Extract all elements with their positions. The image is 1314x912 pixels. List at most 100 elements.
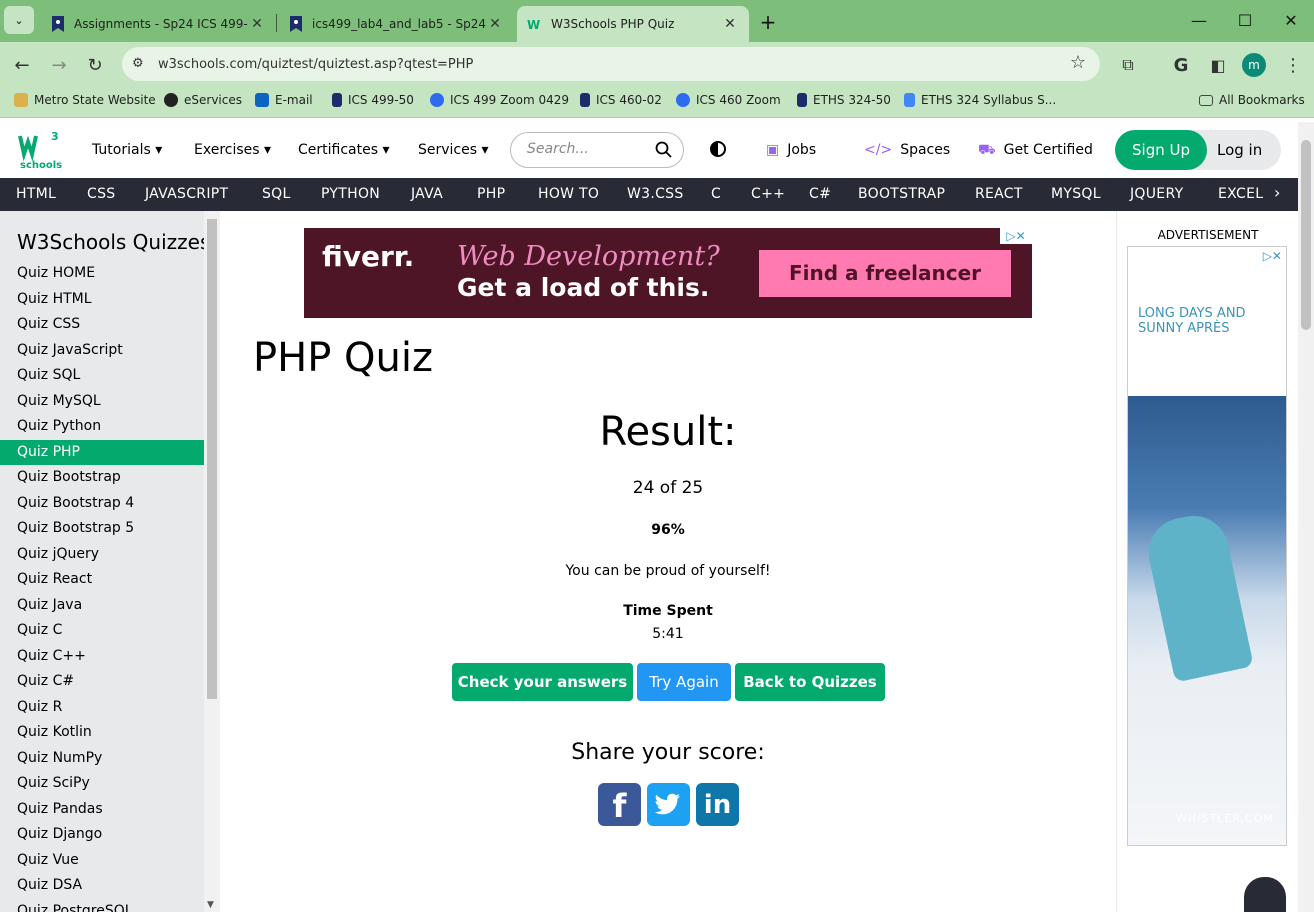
facebook-share-icon[interactable]: f bbox=[598, 783, 641, 826]
topnav-w3css[interactable]: W3.CSS bbox=[627, 186, 684, 202]
sidebar-item-quiz-postgresql[interactable]: Quiz PostgreSQL bbox=[0, 899, 204, 912]
sidebar-item-quiz-vue[interactable]: Quiz Vue bbox=[0, 848, 204, 873]
back-to-quizzes-button[interactable]: Back to Quizzes bbox=[735, 663, 885, 701]
topnav-howto[interactable]: HOW TO bbox=[538, 186, 599, 202]
topnav-css[interactable]: CSS bbox=[87, 186, 115, 202]
sidebar-item-quiz-java[interactable]: Quiz Java bbox=[0, 593, 204, 618]
bookmark-item[interactable]: ICS 499-50 bbox=[332, 93, 414, 107]
topnav-csharp[interactable]: C# bbox=[809, 186, 831, 202]
menu-services[interactable]: Services ▾ bbox=[418, 142, 489, 158]
minimize-button[interactable]: — bbox=[1176, 0, 1222, 40]
back-button[interactable]: ← bbox=[9, 52, 35, 78]
close-tab-icon[interactable]: ✕ bbox=[486, 16, 504, 32]
topnav-sql[interactable]: SQL bbox=[262, 186, 291, 202]
profile-avatar[interactable]: m bbox=[1242, 53, 1266, 77]
bookmark-item[interactable]: ETHS 324-50 bbox=[797, 93, 891, 107]
menu-exercises[interactable]: Exercises ▾ bbox=[194, 142, 271, 158]
scroll-down-icon[interactable]: ▼ bbox=[207, 900, 214, 910]
sidebar-item-quiz-bootstrap[interactable]: Quiz Bootstrap bbox=[0, 465, 204, 490]
sidebar-item-quiz-bootstrap-4[interactable]: Quiz Bootstrap 4 bbox=[0, 491, 204, 516]
fiverr-ad-banner[interactable]: fiverr. Web Development? Get a load of t… bbox=[304, 228, 1032, 318]
close-tab-icon[interactable]: ✕ bbox=[721, 16, 739, 32]
sidebar-item-quiz-scipy[interactable]: Quiz SciPy bbox=[0, 771, 204, 796]
sidebar-item-quiz-home[interactable]: Quiz HOME bbox=[0, 261, 204, 286]
topnav-html[interactable]: HTML bbox=[16, 186, 56, 202]
grammarly-icon[interactable]: G bbox=[1168, 52, 1194, 78]
sidebar-item-quiz-jquery[interactable]: Quiz jQuery bbox=[0, 542, 204, 567]
bookmark-star-icon[interactable]: ☆ bbox=[1070, 52, 1086, 73]
bookmark-item[interactable]: Metro State Website bbox=[14, 93, 156, 107]
ad-cta-button[interactable]: Find a freelancer bbox=[759, 250, 1011, 297]
tab-assignments[interactable]: Assignments - Sp24 ICS 499-50 ✕ bbox=[40, 6, 276, 42]
bookmark-item[interactable]: ETHS 324 Syllabus S... bbox=[904, 93, 1056, 107]
sidebar-item-quiz-django[interactable]: Quiz Django bbox=[0, 822, 204, 847]
forward-button[interactable]: → bbox=[46, 52, 72, 78]
extensions-icon[interactable]: ⧉ bbox=[1115, 52, 1141, 78]
whistler-ad[interactable]: ▷✕ LONG DAYS AND SUNNY APRÈS WHISTLER.CO… bbox=[1127, 246, 1287, 846]
topnav-react[interactable]: REACT bbox=[975, 186, 1023, 202]
close-window-button[interactable]: ✕ bbox=[1268, 0, 1314, 40]
w3schools-logo[interactable]: 3 schools bbox=[18, 128, 62, 172]
sidebar-item-quiz-php[interactable]: Quiz PHP bbox=[0, 439, 204, 465]
address-bar[interactable]: ⚙ w3schools.com/quiztest/quiztest.asp?qt… bbox=[122, 47, 1100, 81]
twitter-share-icon[interactable] bbox=[647, 783, 690, 826]
sidebar-item-quiz-python[interactable]: Quiz Python bbox=[0, 414, 204, 439]
spaces-link[interactable]: </> Spaces bbox=[864, 142, 950, 158]
topnav-java[interactable]: JAVA bbox=[411, 186, 443, 202]
search-icon[interactable] bbox=[655, 141, 673, 159]
topnav-bootstrap[interactable]: BOOTSTRAP bbox=[858, 186, 945, 202]
get-certified-link[interactable]: ⛟ Get Certified bbox=[978, 142, 1093, 160]
sidebar-item-quiz-kotlin[interactable]: Quiz Kotlin bbox=[0, 720, 204, 745]
dark-mode-toggle-icon[interactable] bbox=[710, 141, 726, 157]
tab-lab4[interactable]: ics499_lab4_and_lab5 - Sp24 IC ✕ bbox=[278, 6, 514, 42]
bookmark-item[interactable]: eServices bbox=[164, 93, 242, 107]
sidebar-item-quiz-mysql[interactable]: Quiz MySQL bbox=[0, 389, 204, 414]
topnav-javascript[interactable]: JAVASCRIPT bbox=[145, 186, 228, 202]
sidebar-item-quiz-sql[interactable]: Quiz SQL bbox=[0, 363, 204, 388]
maximize-button[interactable]: ☐ bbox=[1222, 0, 1268, 40]
sidebar-item-quiz-bootstrap-5[interactable]: Quiz Bootstrap 5 bbox=[0, 516, 204, 541]
topnav-c[interactable]: C bbox=[711, 186, 721, 202]
topnav-cpp[interactable]: C++ bbox=[751, 186, 785, 202]
tab-search-button[interactable]: ⌄ bbox=[4, 6, 34, 34]
scrollbar-thumb[interactable] bbox=[1301, 140, 1311, 330]
try-again-button[interactable]: Try Again bbox=[637, 663, 731, 701]
close-tab-icon[interactable]: ✕ bbox=[248, 16, 266, 32]
topnav-python[interactable]: PYTHON bbox=[321, 186, 380, 202]
topnav-jquery[interactable]: JQUERY bbox=[1130, 186, 1183, 202]
search-input[interactable]: Search... bbox=[510, 132, 684, 168]
check-answers-button[interactable]: Check your answers bbox=[452, 663, 633, 701]
sidebar-item-quiz-pandas[interactable]: Quiz Pandas bbox=[0, 797, 204, 822]
side-panel-icon[interactable]: ◧ bbox=[1205, 52, 1231, 78]
chevron-right-icon[interactable]: › bbox=[1274, 183, 1281, 202]
new-tab-button[interactable]: + bbox=[746, 2, 790, 42]
log-in-button[interactable]: Log in bbox=[1217, 141, 1262, 159]
scrollbar-thumb[interactable] bbox=[207, 219, 217, 699]
ad-close-icon[interactable]: ▷✕ bbox=[1000, 228, 1032, 244]
menu-tutorials[interactable]: Tutorials ▾ bbox=[92, 142, 162, 158]
jobs-link[interactable]: ▣ Jobs bbox=[766, 142, 816, 158]
sidebar-item-quiz-c#[interactable]: Quiz C# bbox=[0, 669, 204, 694]
sign-up-button[interactable]: Sign Up bbox=[1115, 130, 1207, 170]
topnav-php[interactable]: PHP bbox=[477, 186, 505, 202]
reload-button[interactable]: ↻ bbox=[82, 52, 108, 78]
sidebar-item-quiz-r[interactable]: Quiz R bbox=[0, 695, 204, 720]
bookmark-item[interactable]: ICS 460-02 bbox=[580, 93, 662, 107]
ad-choices-icon[interactable]: ▷✕ bbox=[1263, 249, 1282, 263]
sidebar-item-quiz-numpy[interactable]: Quiz NumPy bbox=[0, 746, 204, 771]
bookmark-item[interactable]: E-mail bbox=[255, 93, 313, 107]
bookmark-item[interactable]: ICS 499 Zoom 0429 bbox=[430, 93, 569, 107]
sidebar-item-quiz-c[interactable]: Quiz C bbox=[0, 618, 204, 643]
sidebar-scrollbar[interactable]: ▼ bbox=[204, 211, 220, 912]
page-scrollbar[interactable] bbox=[1298, 122, 1314, 912]
topnav-excel[interactable]: EXCEL bbox=[1218, 186, 1263, 202]
sidebar-item-quiz-html[interactable]: Quiz HTML bbox=[0, 287, 204, 312]
tab-w3schools-quiz[interactable]: W W3Schools PHP Quiz ✕ bbox=[517, 6, 749, 42]
sidebar-item-quiz-css[interactable]: Quiz CSS bbox=[0, 312, 204, 337]
bookmark-item[interactable]: ICS 460 Zoom bbox=[676, 93, 781, 107]
linkedin-share-icon[interactable]: in bbox=[696, 783, 739, 826]
all-bookmarks-button[interactable]: All Bookmarks bbox=[1199, 93, 1305, 107]
feedback-bubble-icon[interactable] bbox=[1244, 877, 1286, 912]
sidebar-item-quiz-react[interactable]: Quiz React bbox=[0, 567, 204, 592]
browser-menu-icon[interactable]: ⋮ bbox=[1280, 52, 1306, 78]
